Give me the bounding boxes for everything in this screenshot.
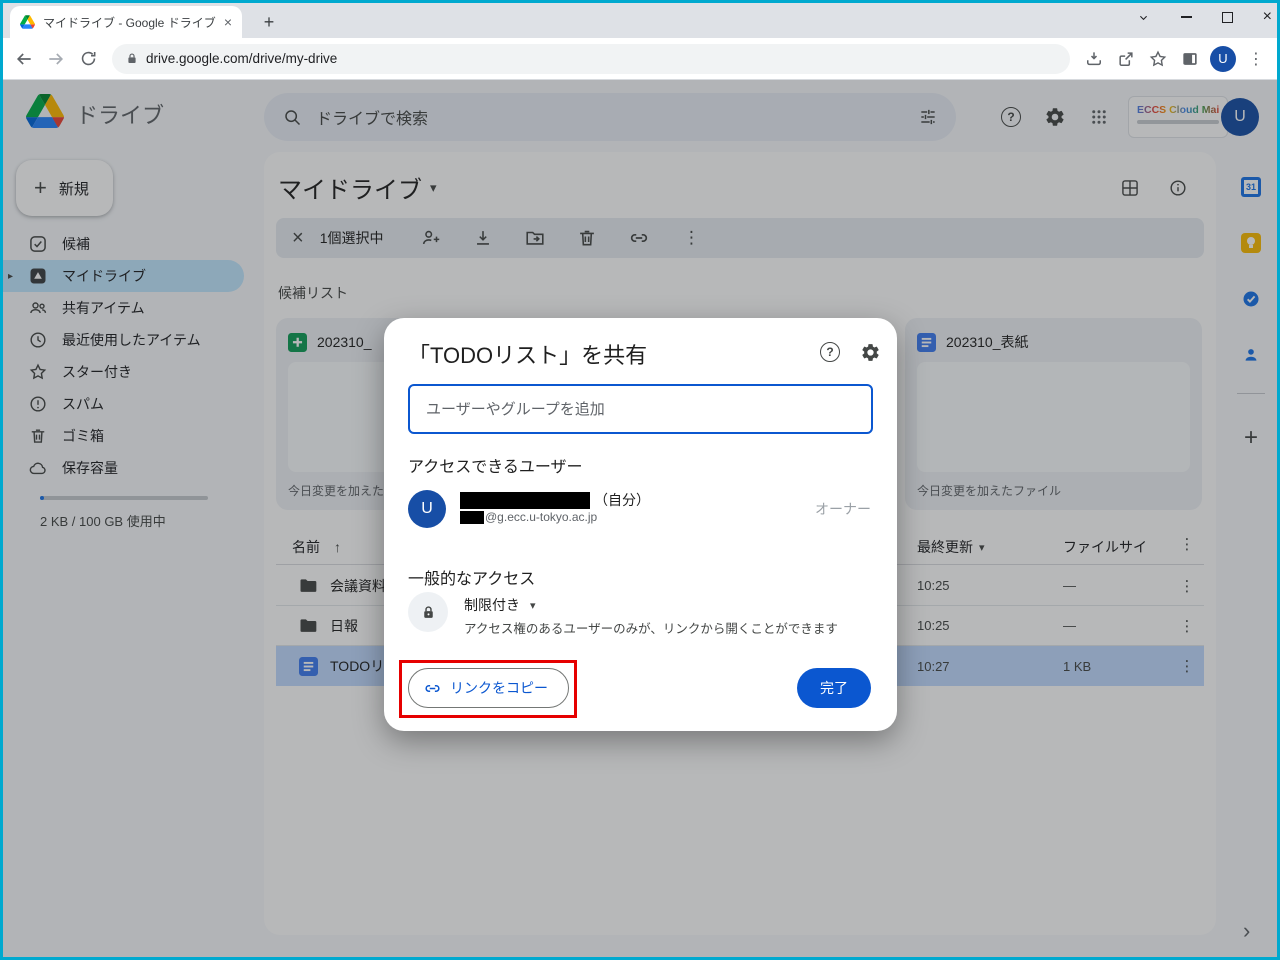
restricted-lock-icon (420, 604, 437, 621)
new-tab-button[interactable]: + (256, 9, 282, 35)
owner-email-suffix: @g.ecc.u-tokyo.ac.jp (485, 510, 597, 524)
lock-circle (408, 592, 448, 632)
window-menu-chevron-icon[interactable] (1136, 10, 1151, 25)
forward-icon[interactable] (40, 43, 72, 75)
access-description: アクセス権のあるユーザーのみが、リンクから開くことができます (464, 618, 838, 637)
browser-toolbar: drive.google.com/drive/my-drive U ⋮ (0, 38, 1280, 80)
page-download-icon[interactable] (1078, 43, 1110, 75)
redacted-name (460, 492, 590, 509)
lock-icon (126, 52, 138, 65)
owner-self-label: （自分） (594, 490, 650, 510)
dialog-help-icon[interactable]: ? (818, 340, 842, 364)
access-level-dropdown[interactable]: 制限付き ▾ (464, 595, 536, 615)
owner-role-label: オーナー (815, 499, 871, 519)
share-page-icon[interactable] (1110, 43, 1142, 75)
url-bar[interactable]: drive.google.com/drive/my-drive (112, 44, 1070, 74)
back-icon[interactable] (8, 43, 40, 75)
dropdown-caret-icon: ▾ (530, 599, 536, 612)
browser-profile-avatar[interactable]: U (1210, 46, 1236, 72)
add-people-input[interactable] (408, 384, 873, 434)
redacted-email-prefix (460, 511, 484, 524)
reload-icon[interactable] (72, 43, 104, 75)
url-text: drive.google.com/drive/my-drive (146, 51, 337, 66)
side-panel-icon[interactable] (1174, 43, 1206, 75)
browser-titlebar: マイドライブ - Google ドライブ × + × (0, 0, 1280, 38)
browser-tab[interactable]: マイドライブ - Google ドライブ × (10, 6, 242, 38)
annotation-highlight-box (399, 660, 577, 718)
window-controls: × (1136, 0, 1272, 34)
done-button[interactable]: 完了 (797, 668, 871, 708)
window-close-button[interactable]: × (1263, 9, 1272, 25)
window-maximize-button[interactable] (1222, 12, 1233, 23)
owner-name-line: （自分） (460, 490, 650, 510)
browser-menu-icon[interactable]: ⋮ (1240, 43, 1272, 75)
drive-favicon (20, 15, 35, 29)
owner-email-line: @g.ecc.u-tokyo.ac.jp (460, 510, 597, 524)
share-dialog: 「TODOリスト」を共有 ? アクセスできるユーザー U （自分） @g.ecc… (384, 318, 897, 731)
tab-title: マイドライブ - Google ドライブ (43, 14, 216, 31)
general-access-section-label: 一般的なアクセス (408, 565, 535, 589)
people-section-label: アクセスできるユーザー (408, 453, 583, 477)
owner-avatar: U (408, 490, 446, 528)
tab-close-icon[interactable]: × (224, 15, 232, 29)
dialog-title: 「TODOリスト」を共有 (408, 338, 647, 370)
bookmark-star-icon[interactable] (1142, 43, 1174, 75)
dialog-settings-gear-icon[interactable] (858, 340, 882, 364)
window-minimize-button[interactable] (1181, 16, 1192, 18)
